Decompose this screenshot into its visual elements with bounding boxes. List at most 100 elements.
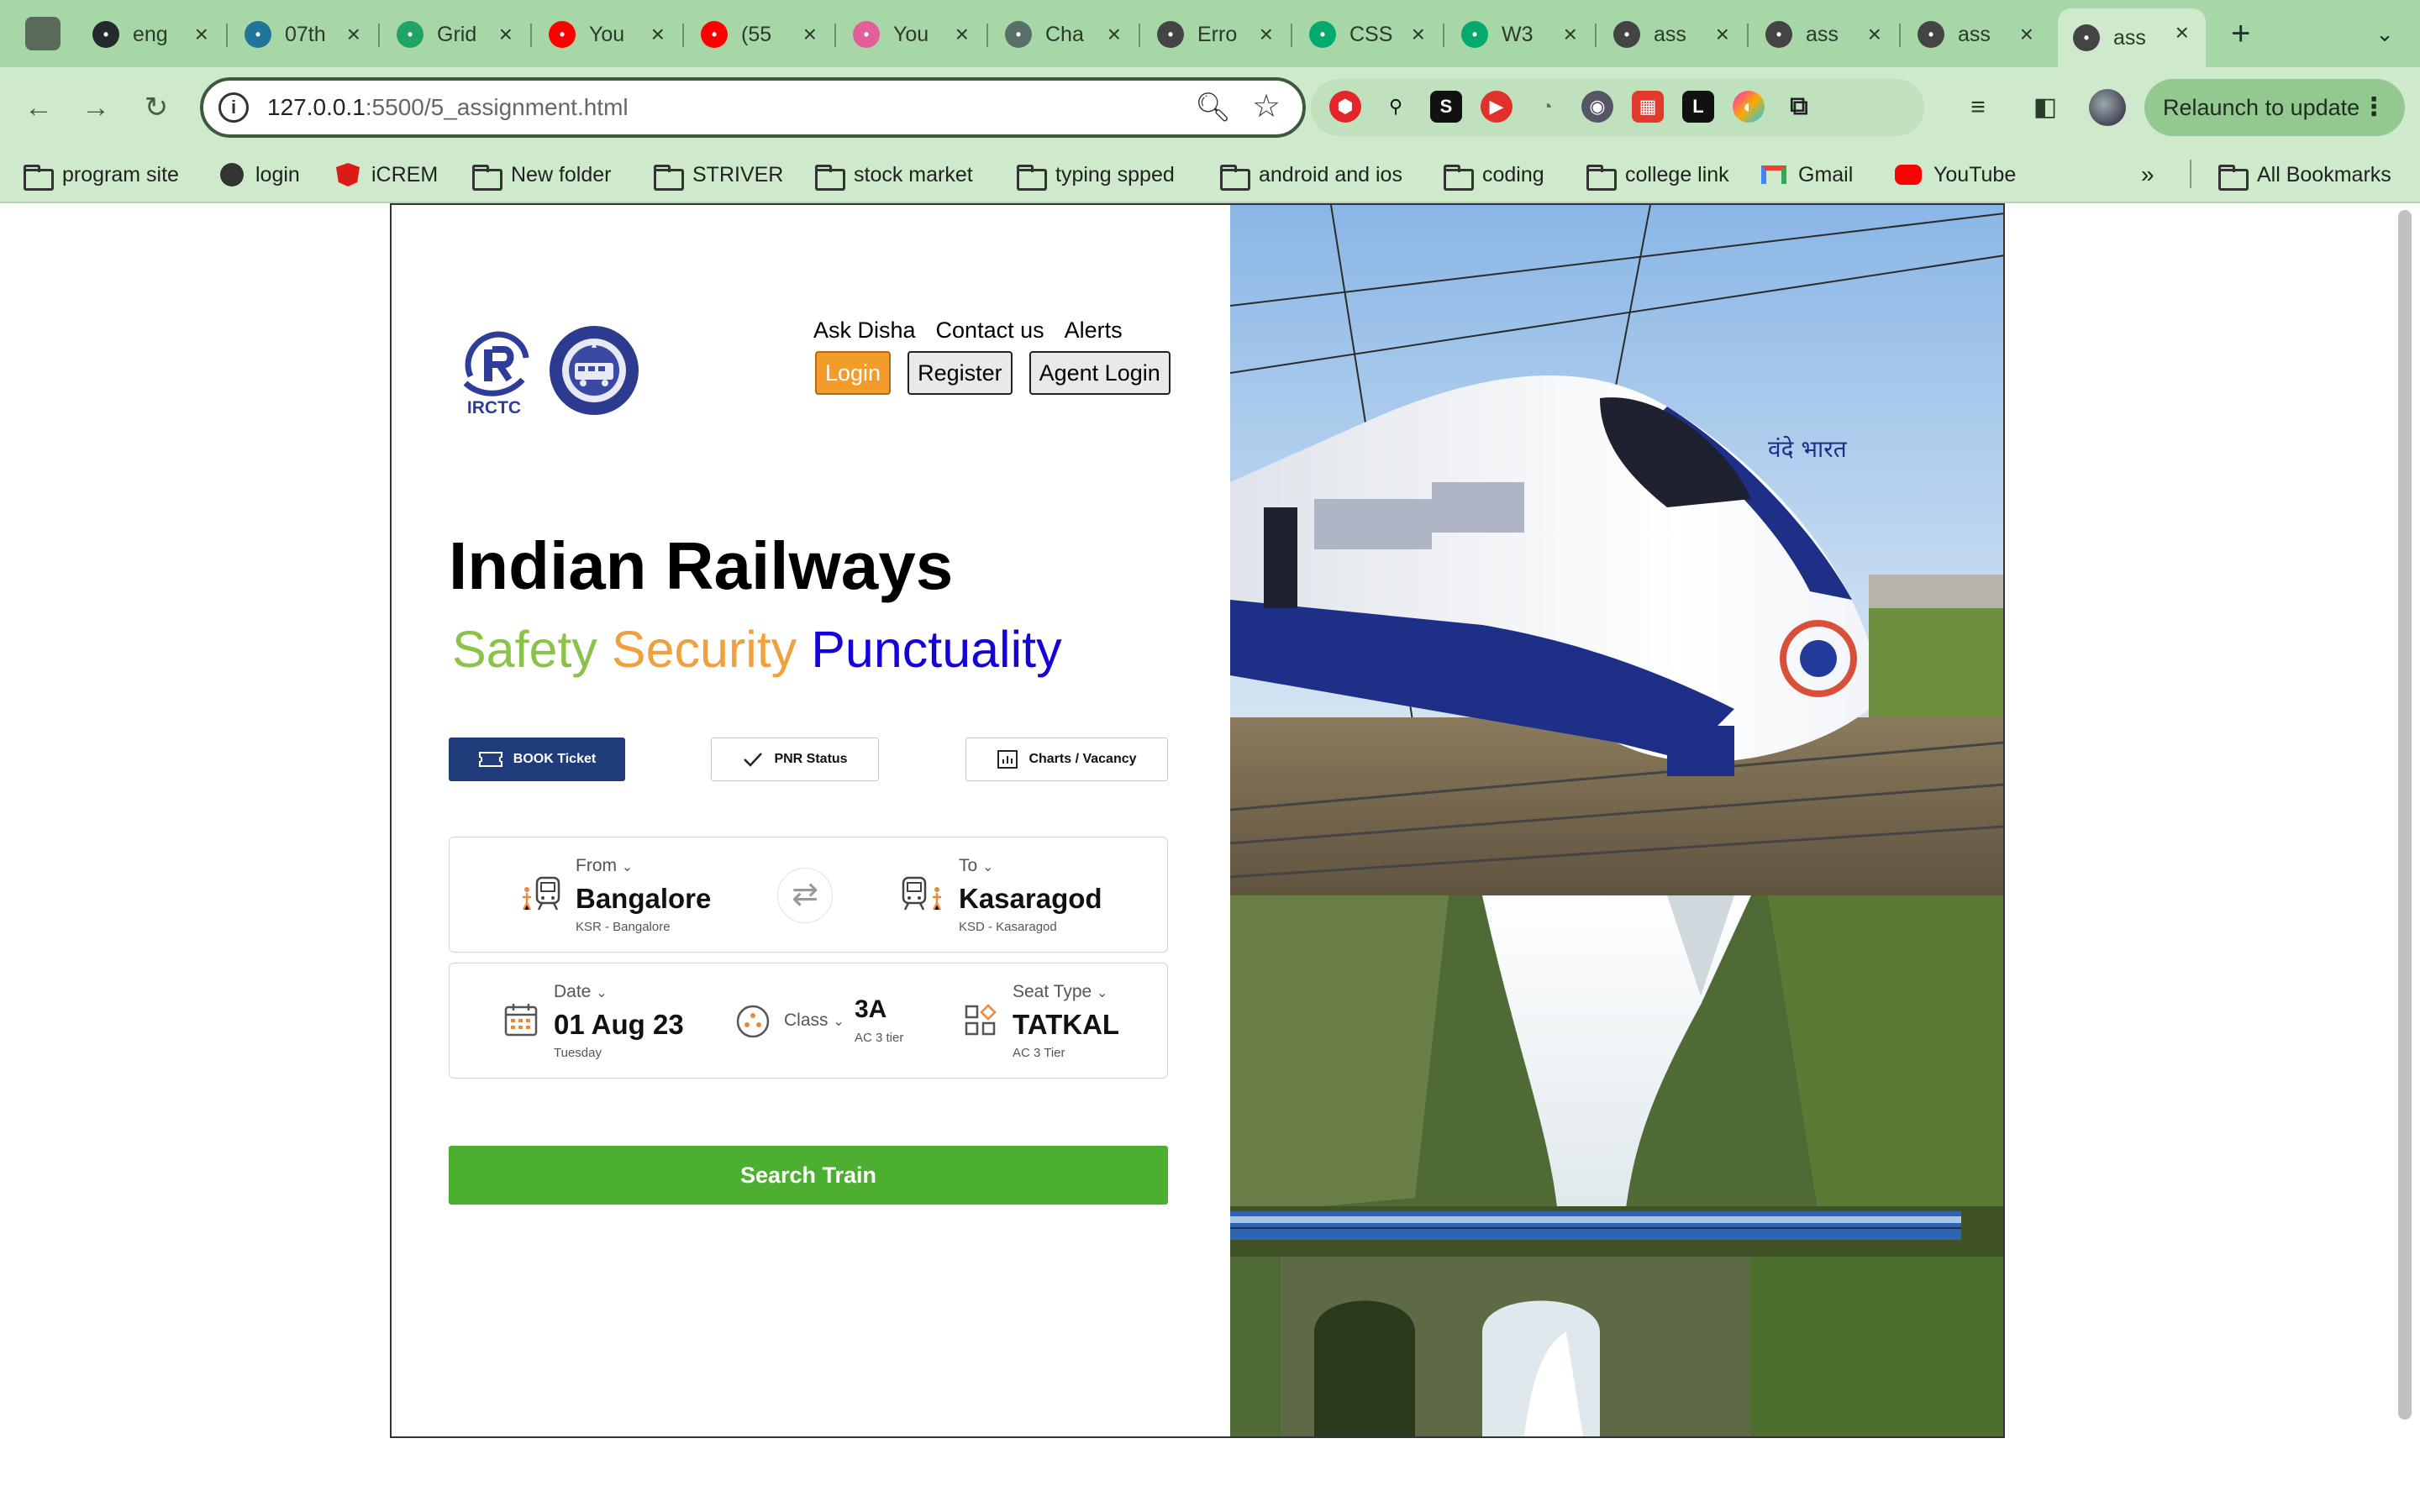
close-icon[interactable]: ×	[803, 20, 817, 49]
browser-tab[interactable]: • ass ×	[1902, 10, 2050, 59]
address-bar[interactable]: i 127.0.0.1:5500/5_assignment.html 🔍︎ ☆	[200, 77, 1306, 138]
class-desc: AC 3 tier	[855, 1031, 904, 1045]
close-icon[interactable]: ×	[347, 20, 360, 49]
browser-tab[interactable]: • ass ×	[1598, 10, 1746, 59]
chevron-down-icon[interactable]: ⌄	[2368, 17, 2402, 50]
seat-type-label[interactable]: Seat Type ⌄	[1013, 982, 1107, 1002]
from-city[interactable]: Bangalore	[576, 883, 711, 915]
close-icon[interactable]: ×	[955, 20, 969, 49]
owl-extension-icon[interactable]: ◉	[1581, 91, 1613, 123]
class-value[interactable]: 3A	[855, 995, 886, 1024]
browser-tab[interactable]: • ass ×	[1750, 10, 1898, 59]
date-label[interactable]: Date ⌄	[554, 982, 608, 1002]
check-icon	[744, 753, 763, 767]
bookmark-label: YouTube	[1933, 162, 2017, 186]
close-icon[interactable]: ×	[1868, 20, 1881, 49]
close-icon[interactable]: ×	[1412, 20, 1425, 49]
bookmark-item[interactable]: Gmail	[1761, 160, 1853, 190]
tab-charts-vacancy[interactable]: Charts / Vacancy	[965, 738, 1168, 781]
close-icon[interactable]: ×	[1564, 20, 1577, 49]
color-extension-icon[interactable]: ◐	[1733, 91, 1765, 123]
grid-extension-icon[interactable]: ▦	[1632, 91, 1664, 123]
nav-ask-disha[interactable]: Ask Disha	[813, 318, 916, 344]
browser-tab[interactable]: • Grid ×	[381, 10, 529, 59]
bookmark-item[interactable]: stock market	[815, 160, 973, 191]
page-scrollbar[interactable]	[2396, 210, 2413, 1420]
train-station-icon	[522, 876, 560, 911]
reading-list-icon[interactable]: ≡	[1961, 91, 1995, 124]
seat-type-value[interactable]: TATKAL	[1013, 1009, 1119, 1041]
folder-icon	[1017, 163, 1047, 191]
bookmark-item[interactable]: YouTube	[1895, 160, 2016, 190]
timer-extension-icon[interactable]: ◔	[1531, 91, 1563, 123]
browser-tab[interactable]: • You ×	[838, 10, 986, 59]
lh-extension-icon[interactable]: L	[1682, 91, 1714, 123]
w3schools-icon: •	[1461, 21, 1488, 48]
date-value[interactable]: 01 Aug 23	[554, 1009, 684, 1041]
login-button[interactable]: Login	[815, 351, 892, 395]
s-extension-icon[interactable]: S	[1430, 91, 1462, 123]
tab-book-ticket[interactable]: BOOK Ticket	[449, 738, 625, 781]
new-tab-icon[interactable]: +	[2231, 13, 2250, 54]
bookmark-item[interactable]: New folder	[472, 160, 612, 191]
scrollbar-thumb[interactable]	[2398, 210, 2412, 1420]
nav-contact-us[interactable]: Contact us	[936, 318, 1044, 344]
forward-arrow-icon[interactable]: →	[76, 87, 116, 128]
browser-tab[interactable]: • CSS ×	[1294, 10, 1442, 59]
browser-tab[interactable]: • ass ×	[2058, 8, 2206, 67]
to-label[interactable]: To ⌄	[959, 856, 993, 876]
close-icon[interactable]: ×	[499, 20, 513, 49]
swap-stations-icon[interactable]: ⇄	[777, 868, 833, 923]
browser-tab[interactable]: • W3 ×	[1446, 10, 1594, 59]
tab-pnr-status[interactable]: PNR Status	[711, 738, 879, 781]
bookmarks-overflow-icon[interactable]: »	[2141, 160, 2154, 190]
from-label[interactable]: From ⌄	[576, 856, 633, 876]
browser-tab[interactable]: • 07th ×	[229, 10, 377, 59]
register-button[interactable]: Register	[908, 351, 1013, 395]
browser-tab[interactable]: • You ×	[534, 10, 681, 59]
record-extension-icon[interactable]: ▶	[1481, 91, 1512, 123]
tab-search-button[interactable]	[25, 17, 60, 50]
close-icon[interactable]: ×	[2175, 18, 2189, 47]
class-label[interactable]: Class ⌄	[784, 1011, 844, 1031]
site-info-icon[interactable]: i	[218, 92, 249, 123]
reload-icon[interactable]: ↻	[136, 87, 176, 128]
browser-tab[interactable]: • eng ×	[77, 10, 225, 59]
avatar[interactable]	[2089, 89, 2126, 126]
bookmark-item[interactable]: iCREM	[336, 160, 438, 190]
side-panel-icon[interactable]: ◧	[2028, 91, 2062, 124]
close-icon[interactable]: ×	[1716, 20, 1729, 49]
relaunch-button[interactable]: Relaunch to update ⋮	[2144, 79, 2405, 136]
browser-tab[interactable]: • Cha ×	[990, 10, 1138, 59]
url-text[interactable]: 127.0.0.1:5500/5_assignment.html	[267, 94, 629, 121]
zoom-icon[interactable]: 🔍︎	[1195, 91, 1231, 124]
browser-tab[interactable]: • (55 ×	[686, 10, 834, 59]
search-extension-icon[interactable]: ⚲	[1380, 91, 1412, 123]
search-train-button[interactable]: Search Train	[449, 1146, 1168, 1205]
bookmark-star-icon[interactable]: ☆	[1252, 87, 1281, 125]
close-icon[interactable]: ×	[651, 20, 665, 49]
bookmark-item[interactable]: college link	[1586, 160, 1729, 191]
more-menu-icon[interactable]: ⋮	[2361, 79, 2386, 136]
close-icon[interactable]: ×	[2020, 20, 2033, 49]
bookmark-item[interactable]: login	[220, 160, 300, 190]
bookmark-item[interactable]: android and ios	[1220, 160, 1402, 191]
close-icon[interactable]: ×	[1260, 20, 1273, 49]
bookmark-item[interactable]: typing spped	[1017, 160, 1175, 191]
indian-railways-emblem	[550, 326, 639, 415]
close-icon[interactable]: ×	[1107, 20, 1121, 49]
browser-tab[interactable]: • Erro ×	[1142, 10, 1290, 59]
tagline-safety: Safety	[452, 621, 597, 678]
agent-login-button[interactable]: Agent Login	[1028, 351, 1171, 395]
all-bookmarks[interactable]: All Bookmarks	[2218, 160, 2391, 191]
bookmark-item[interactable]: coding	[1444, 160, 1544, 191]
bookmark-item[interactable]: STRIVER	[654, 160, 783, 191]
adblock-extension-icon[interactable]: ⬢	[1329, 91, 1361, 123]
puzzle-icon[interactable]: ⧉	[1783, 91, 1815, 123]
tab-title: CSS	[1349, 22, 1393, 46]
bookmark-item[interactable]: program site	[24, 160, 179, 191]
nav-alerts[interactable]: Alerts	[1065, 318, 1123, 344]
back-arrow-icon[interactable]: ←	[18, 87, 59, 128]
close-icon[interactable]: ×	[195, 20, 208, 49]
to-city[interactable]: Kasaragod	[959, 883, 1102, 915]
